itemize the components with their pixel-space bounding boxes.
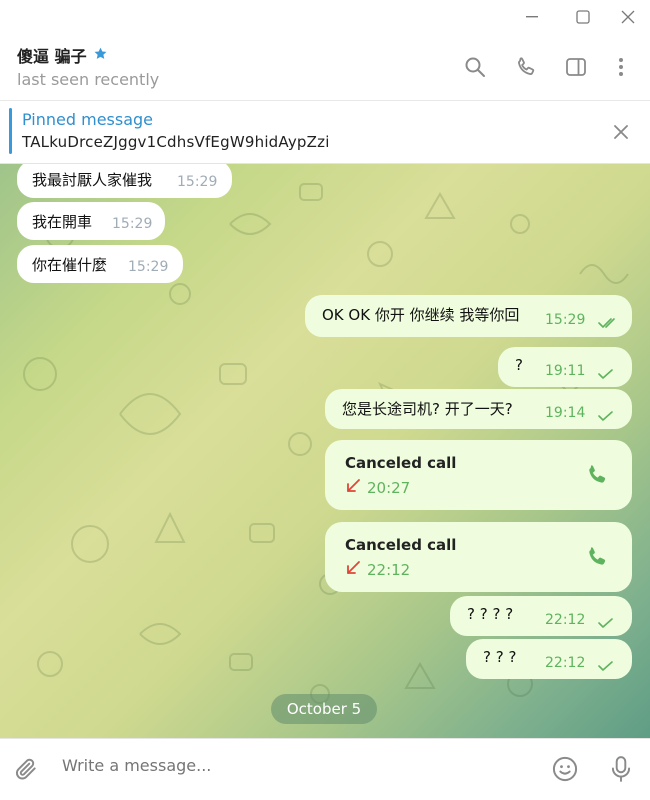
message-text: ? ? ? [483, 648, 517, 666]
message-bubble-incoming[interactable]: 我在開車 15:29 [17, 202, 165, 240]
call-time: 20:27 [367, 479, 411, 497]
message-time: 15:29 [177, 174, 218, 190]
close-icon[interactable] [610, 121, 632, 143]
chat-name: 傻逼 骗子 [17, 47, 87, 66]
call-bubble[interactable]: Canceled call 20:27 [325, 440, 632, 510]
check-icon [598, 408, 614, 426]
title-bar [0, 0, 650, 34]
message-time: 15:29 [128, 259, 169, 275]
message-text: ? [515, 356, 523, 374]
missed-call-arrow-icon [345, 478, 361, 498]
call-bubble[interactable]: Canceled call 22:12 [325, 522, 632, 592]
chat-status: last seen recently [17, 70, 160, 89]
chat-title[interactable]: 傻逼 骗子 [17, 43, 108, 67]
sidebar-toggle-icon[interactable] [561, 52, 591, 82]
message-input[interactable] [62, 756, 522, 775]
message-bubble-incoming[interactable]: 你在催什麼 15:29 [17, 245, 183, 283]
maximize-icon[interactable] [563, 4, 603, 30]
double-check-icon [598, 315, 622, 333]
message-text: 我最討厭人家催我 [32, 171, 153, 189]
pinned-title: Pinned message [22, 110, 154, 129]
message-time: 15:29 [545, 312, 586, 328]
message-text: ? ? ? ? [467, 605, 514, 623]
message-bubble-incoming[interactable]: 我最討厭人家催我 15:29 [17, 164, 232, 198]
message-bubble-outgoing[interactable]: 您是长途司机? 开了一天? 19:14 [325, 389, 632, 429]
message-bubble-outgoing[interactable]: ? ? ? ? 22:12 [450, 596, 632, 636]
message-composer [0, 738, 650, 800]
chat-header: 傻逼 骗子 last seen recently [0, 34, 650, 101]
star-icon [93, 46, 108, 65]
pinned-indicator [9, 108, 12, 154]
message-time: 22:12 [545, 612, 586, 628]
telegram-window: 傻逼 骗子 last seen recently Pinned message … [0, 0, 650, 800]
message-time: 19:14 [545, 405, 586, 421]
message-time: 19:11 [545, 363, 586, 379]
call-phone-icon[interactable] [584, 462, 610, 488]
message-text: OK OK 你开 你继续 我等你回 [322, 306, 520, 324]
date-separator: October 5 [271, 694, 377, 724]
minimize-icon[interactable] [512, 4, 552, 30]
check-icon [598, 658, 614, 676]
pinned-text: TALkuDrceZJggv1CdhsVfEgW9hidAypZzi [22, 133, 330, 151]
pinned-message-bar[interactable]: Pinned message TALkuDrceZJggv1CdhsVfEgW9… [0, 101, 650, 164]
call-title: Canceled call [345, 454, 457, 472]
check-icon [598, 366, 614, 384]
emoji-icon[interactable] [549, 753, 581, 785]
phone-icon[interactable] [511, 52, 541, 82]
microphone-icon[interactable] [605, 753, 637, 785]
message-list[interactable]: 我最討厭人家催我 15:29 我在開車 15:29 你在催什麼 15:29 OK… [0, 164, 650, 738]
call-title: Canceled call [345, 536, 457, 554]
message-text: 我在開車 [32, 213, 93, 231]
more-vertical-icon[interactable] [606, 52, 636, 82]
message-time: 22:12 [545, 655, 586, 671]
check-icon [598, 615, 614, 633]
message-text: 您是长途司机? 开了一天? [342, 400, 513, 418]
message-bubble-outgoing[interactable]: OK OK 你开 你继续 我等你回 15:29 [305, 295, 632, 337]
paperclip-icon[interactable] [10, 753, 42, 785]
close-window-icon[interactable] [608, 4, 648, 30]
call-meta: 20:27 [345, 478, 410, 498]
message-time: 15:29 [112, 216, 153, 232]
missed-call-arrow-icon [345, 560, 361, 580]
search-icon[interactable] [460, 52, 490, 82]
message-bubble-outgoing[interactable]: ? ? ? 22:12 [466, 639, 632, 679]
call-meta: 22:12 [345, 560, 410, 580]
message-text: 你在催什麼 [32, 256, 108, 274]
call-time: 22:12 [367, 561, 411, 579]
call-phone-icon[interactable] [584, 544, 610, 570]
message-bubble-outgoing[interactable]: ? 19:11 [498, 347, 632, 387]
